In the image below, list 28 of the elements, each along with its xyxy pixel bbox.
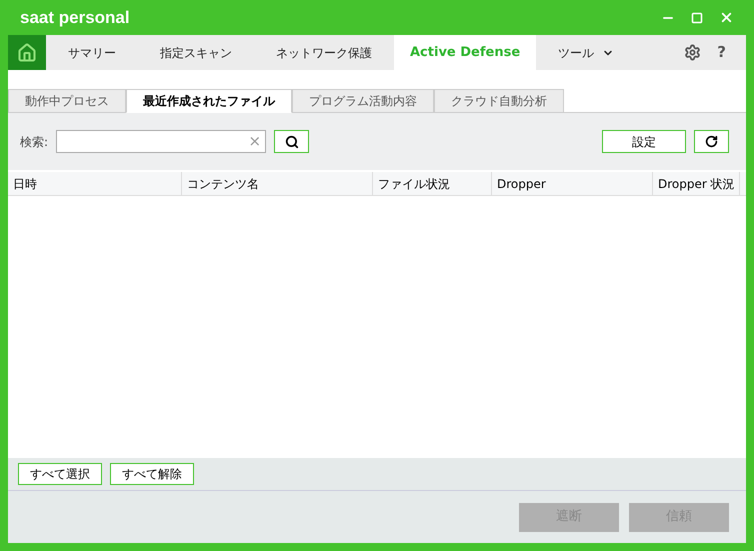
column-header[interactable]: ファイル状況 xyxy=(373,172,492,195)
sub-tab[interactable]: プログラム活動内容 xyxy=(292,89,434,113)
select-button[interactable]: すべて選択 xyxy=(18,463,102,485)
window-title: saat personal xyxy=(20,6,130,29)
settings-icon[interactable] xyxy=(684,44,702,61)
nav-tab[interactable]: 指定スキャン xyxy=(138,35,254,70)
home-icon xyxy=(17,42,37,62)
search-icon xyxy=(284,134,299,148)
column-header[interactable]: Dropper 状況 xyxy=(653,172,740,195)
column-header[interactable]: Dropper xyxy=(492,172,653,195)
help-icon[interactable]: ? xyxy=(717,41,726,64)
refresh-button[interactable] xyxy=(694,130,729,153)
sub-tab[interactable]: 動作中プロセス xyxy=(8,89,126,113)
home-button[interactable] xyxy=(8,35,46,70)
column-header[interactable]: 日時 xyxy=(8,172,182,195)
maximize-icon[interactable] xyxy=(691,12,703,24)
column-header[interactable]: コンテンツ名 xyxy=(182,172,373,195)
sub-tab[interactable]: クラウド自動分析 xyxy=(434,89,564,113)
select-button[interactable]: すべて解除 xyxy=(110,463,194,485)
nav-tab[interactable]: ツール xyxy=(536,35,636,70)
sub-tab[interactable]: 最近作成されたファイル xyxy=(126,89,292,113)
nav-tab[interactable]: サマリー xyxy=(46,35,138,70)
nav-tab[interactable]: ネットワーク保護 xyxy=(254,35,394,70)
settings-button[interactable]: 設定 xyxy=(602,130,686,153)
search-label: 検索: xyxy=(20,134,48,150)
close-icon[interactable] xyxy=(719,10,734,25)
search-button[interactable] xyxy=(274,130,310,153)
refresh-icon xyxy=(705,135,718,148)
